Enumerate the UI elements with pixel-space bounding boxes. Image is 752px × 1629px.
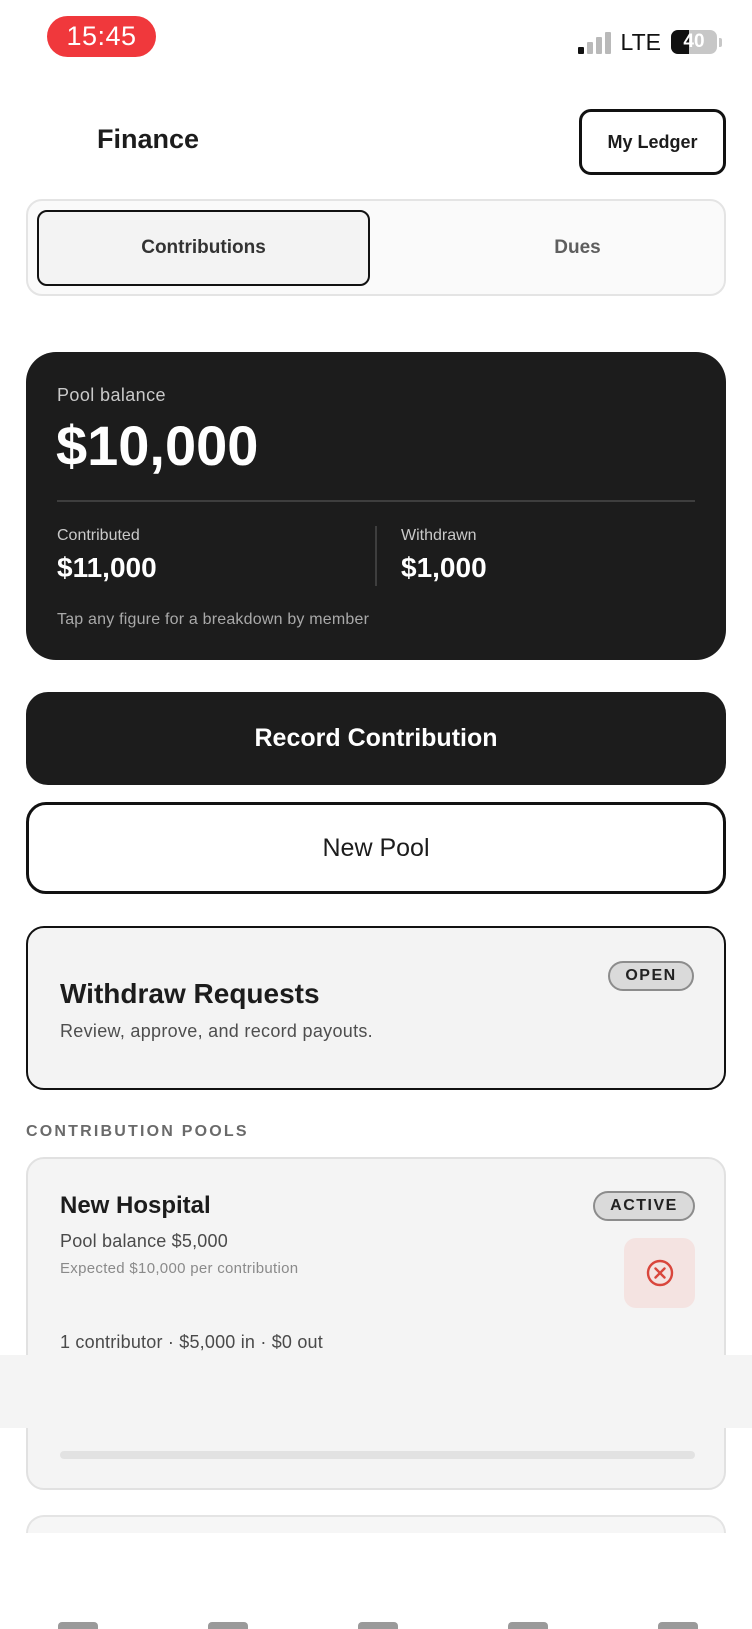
contributed-value[interactable]: $11,000 [57, 552, 157, 584]
pool-card[interactable]: New Hospital Pool balance $5,000 Expecte… [26, 1157, 726, 1490]
withdraw-requests-title: Withdraw Requests [60, 978, 320, 1009]
pool-name: New Hospital [60, 1192, 211, 1219]
tab-bar-icon-calendar[interactable] [208, 1622, 248, 1629]
close-circle-icon [646, 1259, 673, 1287]
breakdown-hint: Tap any figure for a breakdown by member [57, 611, 370, 628]
status-time: 15:45 [47, 16, 156, 57]
segmented-tabs: Contributions Dues [26, 199, 726, 296]
my-ledger-button[interactable]: My Ledger [579, 109, 726, 175]
pool-status-badge: ACTIVE [593, 1191, 695, 1221]
divider [57, 500, 695, 502]
contributed-label: Contributed [57, 527, 140, 544]
battery-icon: 40 [671, 30, 717, 54]
bottom-tab-bar [0, 1533, 752, 1629]
withdrawn-label: Withdrawn [401, 527, 477, 544]
delete-pool-button[interactable] [624, 1238, 695, 1308]
tab-bar-icon-finance[interactable] [358, 1622, 398, 1629]
cellular-signal-icon [577, 30, 611, 54]
status-badge: OPEN [608, 961, 694, 991]
section-label-contribution-pools: CONTRIBUTION POOLS [26, 1123, 249, 1140]
tab-bar-icon-home[interactable] [58, 1622, 98, 1629]
withdraw-requests-subtitle: Review, approve, and record payouts. [60, 1021, 373, 1041]
pool-balance-card: Pool balance $10,000 Contributed $11,000… [26, 352, 726, 660]
withdraw-requests-card[interactable]: Withdraw Requests Review, approve, and r… [26, 926, 726, 1090]
record-contribution-button[interactable]: Record Contribution [26, 692, 726, 785]
pool-balance-label: Pool balance [57, 385, 166, 405]
pool-balance: Pool balance $5,000 [60, 1231, 228, 1251]
withdrawn-value[interactable]: $1,000 [401, 552, 487, 584]
pool-progress-bar [60, 1451, 695, 1459]
battery-percent: 40 [683, 31, 705, 52]
vertical-divider [375, 526, 377, 586]
overlay-strip [0, 1355, 752, 1428]
page-title: Finance [97, 124, 200, 154]
pool-expected: Expected $10,000 per contribution [60, 1260, 299, 1277]
new-pool-button[interactable]: New Pool [26, 802, 726, 894]
tab-bar-icon-more[interactable] [658, 1622, 698, 1629]
network-type: LTE [620, 28, 661, 55]
tab-dues[interactable]: Dues [411, 210, 744, 286]
status-indicators: LTE 40 [577, 26, 722, 58]
pool-stats: 1 contributor · $5,000 in · $0 out [60, 1332, 323, 1352]
tab-contributions[interactable]: Contributions [37, 210, 370, 286]
pool-balance-amount[interactable]: $10,000 [56, 413, 258, 478]
tab-bar-icon-messages[interactable] [508, 1622, 548, 1629]
